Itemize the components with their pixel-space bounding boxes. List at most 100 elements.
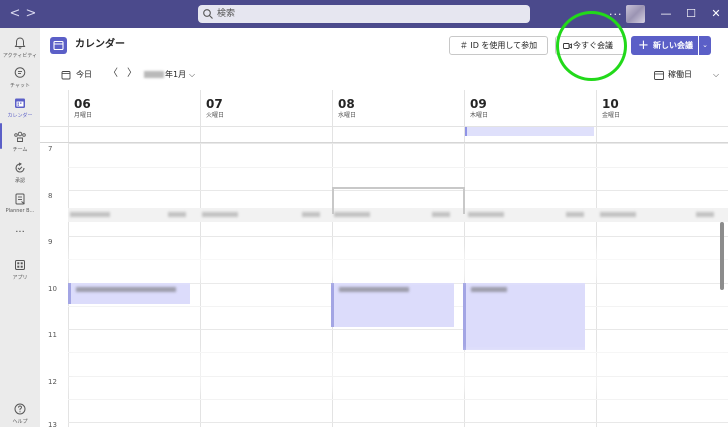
hour-label: 9 xyxy=(48,238,53,246)
hour-line xyxy=(68,143,728,144)
new-meeting-label: 新しい会議 xyxy=(653,41,693,50)
hour-label: 12 xyxy=(48,378,57,386)
redacted-text xyxy=(302,212,320,217)
redacted-text xyxy=(600,212,636,217)
rail-item-calendar[interactable]: カレンダー xyxy=(0,92,40,126)
highlight-circle xyxy=(556,11,627,81)
rail-label: チャット xyxy=(10,83,30,89)
redacted-text xyxy=(70,212,110,217)
plus-icon: + xyxy=(638,38,649,53)
rail-item-apps[interactable]: アプリ xyxy=(0,254,40,288)
calendar-event[interactable] xyxy=(463,283,585,350)
day-number: 08 xyxy=(338,97,355,111)
half-hour-line xyxy=(68,167,728,168)
today-button[interactable]: 今日 xyxy=(76,69,92,81)
rail-label: ヘルプ xyxy=(12,419,28,425)
search-placeholder: 検索 xyxy=(217,9,236,19)
search-icon xyxy=(203,9,213,19)
redacted-text xyxy=(468,212,504,217)
new-meeting-dropdown[interactable]: ⌄ xyxy=(699,36,711,55)
hour-label: 13 xyxy=(48,421,57,427)
hour-label: 11 xyxy=(48,331,57,339)
half-hour-line xyxy=(68,399,728,400)
apps-icon xyxy=(15,260,25,270)
search-input[interactable]: 検索 xyxy=(198,5,530,23)
day-number: 10 xyxy=(602,97,619,111)
redacted-text xyxy=(566,212,584,217)
hour-label: 10 xyxy=(48,285,57,293)
prev-week-icon[interactable]: 〈 xyxy=(108,68,118,80)
day-header-fri[interactable]: 10 金曜日 xyxy=(596,90,728,126)
allday-divider xyxy=(40,126,728,127)
hour-label: 7 xyxy=(48,145,53,153)
blur-overlay xyxy=(68,250,728,280)
redacted-event-title xyxy=(76,287,176,292)
avatar[interactable] xyxy=(626,5,645,23)
chat-icon xyxy=(14,67,26,78)
calendar-event[interactable] xyxy=(331,283,454,327)
redacted-event-title xyxy=(471,287,507,292)
join-with-id-label: ＃ ID を使用して参加 xyxy=(459,41,538,50)
rail-item-approvals[interactable]: 承認 xyxy=(0,157,40,191)
month-chevron-icon[interactable]: ⌵ xyxy=(189,70,195,80)
rail-item-chat[interactable]: チャット xyxy=(0,62,40,96)
app-rail: アクティビティ チャット カレンダー チーム 承認 Planner B... .… xyxy=(0,28,40,427)
today-icon xyxy=(61,71,71,80)
forward-arrow-icon[interactable]: > xyxy=(24,6,38,22)
rail-label: チーム xyxy=(12,147,28,153)
hour-line xyxy=(68,329,728,330)
day-name: 木曜日 xyxy=(470,112,489,119)
day-header-mon[interactable]: 06 月曜日 xyxy=(68,90,200,126)
day-number: 06 xyxy=(74,97,91,111)
day-header-tue[interactable]: 07 火曜日 xyxy=(200,90,332,126)
day-name: 水曜日 xyxy=(338,112,357,119)
rail-item-activity[interactable]: アクティビティ xyxy=(0,32,40,66)
calendar-grid: 06 月曜日 07 火曜日 08 水曜日 09 木曜日 10 金曜日 7 8 9… xyxy=(40,90,728,427)
more-icon: ... xyxy=(15,224,25,235)
hour-line xyxy=(68,236,728,237)
rail-label: カレンダー xyxy=(7,113,33,119)
help-icon xyxy=(14,403,26,415)
rail-item-teams[interactable]: チーム xyxy=(0,126,40,160)
calendar-icon xyxy=(15,98,25,108)
view-chevron-icon[interactable]: ⌵ xyxy=(713,70,719,80)
day-name: 月曜日 xyxy=(74,112,93,119)
page-title: カレンダー xyxy=(75,39,125,50)
approval-icon xyxy=(15,162,25,173)
day-header-thu[interactable]: 09 木曜日 xyxy=(464,90,596,126)
teams-icon xyxy=(14,131,26,142)
next-week-icon[interactable]: 〉 xyxy=(127,68,137,80)
allday-event[interactable] xyxy=(465,127,594,136)
close-icon[interactable]: ✕ xyxy=(710,7,722,21)
day-name: 金曜日 xyxy=(602,112,621,119)
hour-label: 8 xyxy=(48,192,53,200)
view-selector[interactable]: 稼働日 xyxy=(668,69,692,81)
day-number: 09 xyxy=(470,97,487,111)
selected-slot[interactable] xyxy=(332,187,465,214)
view-switch-icon xyxy=(654,71,664,80)
calendar-app-icon xyxy=(50,37,67,54)
back-arrow-icon[interactable]: < xyxy=(8,6,22,22)
rail-label: アクティビティ xyxy=(2,53,38,59)
join-with-id-button[interactable]: ＃ ID を使用して参加 xyxy=(449,36,548,55)
new-meeting-button[interactable]: + 新しい会議 xyxy=(631,36,698,55)
vertical-scrollbar[interactable] xyxy=(720,222,724,290)
calendar-event[interactable] xyxy=(68,283,190,304)
month-label[interactable]: 年1月 xyxy=(144,69,186,81)
redacted-text xyxy=(202,212,238,217)
bell-icon xyxy=(14,37,26,49)
rail-item-planner[interactable]: Planner B... xyxy=(0,188,40,222)
hour-line xyxy=(68,422,728,423)
rail-item-more[interactable]: ... xyxy=(0,224,40,244)
rail-item-help[interactable]: ヘルプ xyxy=(0,398,40,427)
day-number: 07 xyxy=(206,97,223,111)
redacted-text xyxy=(168,212,186,217)
rail-label: 承認 xyxy=(14,178,25,184)
day-header-wed[interactable]: 08 水曜日 xyxy=(332,90,464,126)
redacted-event-title xyxy=(339,287,409,292)
blur-overlay xyxy=(68,352,728,392)
maximize-icon[interactable]: ☐ xyxy=(685,7,697,21)
minimize-icon[interactable]: — xyxy=(660,7,672,21)
rail-label: アプリ xyxy=(12,275,28,281)
year-redacted xyxy=(144,71,164,78)
